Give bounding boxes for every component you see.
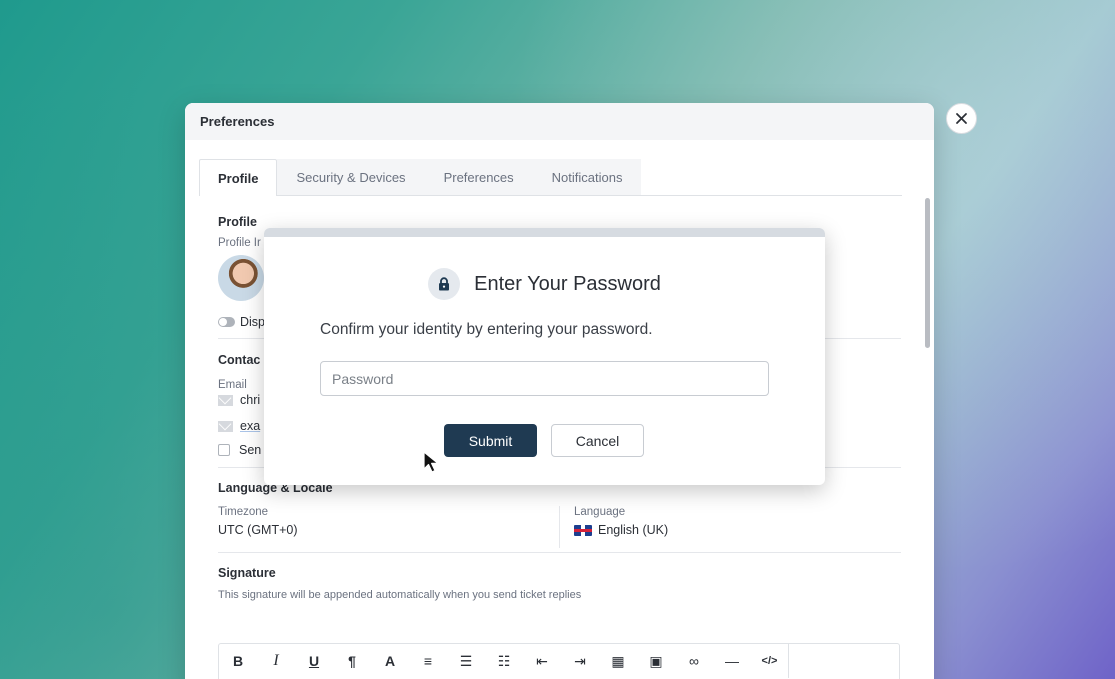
mouse-cursor-icon (423, 451, 439, 473)
tab-profile[interactable]: Profile (199, 159, 278, 196)
timezone-value: UTC (GMT+0) (218, 523, 298, 537)
underline-icon[interactable]: U (295, 644, 333, 678)
display-toggle-label: Disp (240, 315, 266, 329)
password-modal: Enter Your Password Confirm your identit… (264, 228, 825, 485)
close-icon (956, 113, 967, 124)
uk-flag-icon (574, 524, 592, 536)
submit-button[interactable]: Submit (444, 424, 537, 457)
mail-icon (218, 394, 233, 406)
send-checkbox-label: Sen (239, 443, 262, 457)
profile-section-title: Profile (218, 215, 257, 229)
modal-top-bar (264, 228, 825, 237)
image-icon[interactable]: ▣ (637, 644, 675, 678)
display-toggle[interactable] (218, 317, 235, 327)
password-input[interactable] (320, 361, 769, 396)
tab-security-devices[interactable]: Security & Devices (277, 159, 425, 195)
tab-notifications[interactable]: Notifications (532, 159, 642, 195)
outdent-icon[interactable]: ⇤ (523, 644, 561, 678)
window-header: Preferences (185, 103, 934, 140)
window-title: Preferences (200, 114, 275, 129)
tab-preferences[interactable]: Preferences (424, 159, 533, 195)
horizontal-rule-icon[interactable]: — (713, 644, 751, 678)
paragraph-icon[interactable]: ¶ (333, 644, 371, 678)
lock-icon (428, 268, 461, 300)
language-field[interactable]: Language English (UK) (560, 506, 668, 548)
align-left-icon[interactable]: ≡ (409, 644, 447, 678)
numbered-list-icon[interactable]: ☷ (485, 644, 523, 678)
table-icon[interactable]: ▦ (599, 644, 637, 678)
bold-icon[interactable]: B (219, 644, 257, 678)
language-value-row: English (UK) (574, 523, 668, 537)
close-button[interactable] (946, 103, 977, 134)
send-checkbox[interactable] (218, 444, 230, 456)
bullet-list-icon[interactable]: ☰ (447, 644, 485, 678)
code-icon[interactable]: </> (751, 644, 789, 678)
language-value: English (UK) (598, 523, 669, 537)
signature-description: This signature will be appended automati… (218, 589, 582, 601)
font-color-icon[interactable]: A (371, 644, 409, 678)
timezone-field[interactable]: Timezone UTC (GMT+0) (218, 506, 560, 548)
locale-fields: Timezone UTC (GMT+0) Language English (U… (218, 506, 901, 548)
cancel-button[interactable]: Cancel (551, 424, 644, 457)
tab-bar: Profile Security & Devices Preferences N… (199, 159, 902, 196)
language-label: Language (574, 506, 626, 518)
scrollbar-thumb[interactable] (925, 198, 930, 348)
modal-description: Confirm your identity by entering your p… (320, 321, 653, 338)
email-value-1: chri (240, 393, 261, 407)
email-value-2[interactable]: exa (240, 419, 260, 433)
signature-section-title: Signature (218, 566, 276, 580)
mail-icon (218, 420, 233, 432)
link-icon[interactable]: ∞ (675, 644, 713, 678)
modal-header: Enter Your Password (264, 268, 825, 300)
avatar[interactable] (218, 255, 264, 301)
divider (218, 552, 901, 553)
signature-editor-toolbar: B I U ¶ A ≡ ☰ ☷ ⇤ ⇥ ▦ ▣ ∞ — </> (218, 643, 900, 679)
modal-title: Enter Your Password (474, 272, 661, 295)
indent-icon[interactable]: ⇥ (561, 644, 599, 678)
italic-icon[interactable]: I (257, 644, 295, 678)
timezone-label: Timezone (218, 506, 269, 518)
